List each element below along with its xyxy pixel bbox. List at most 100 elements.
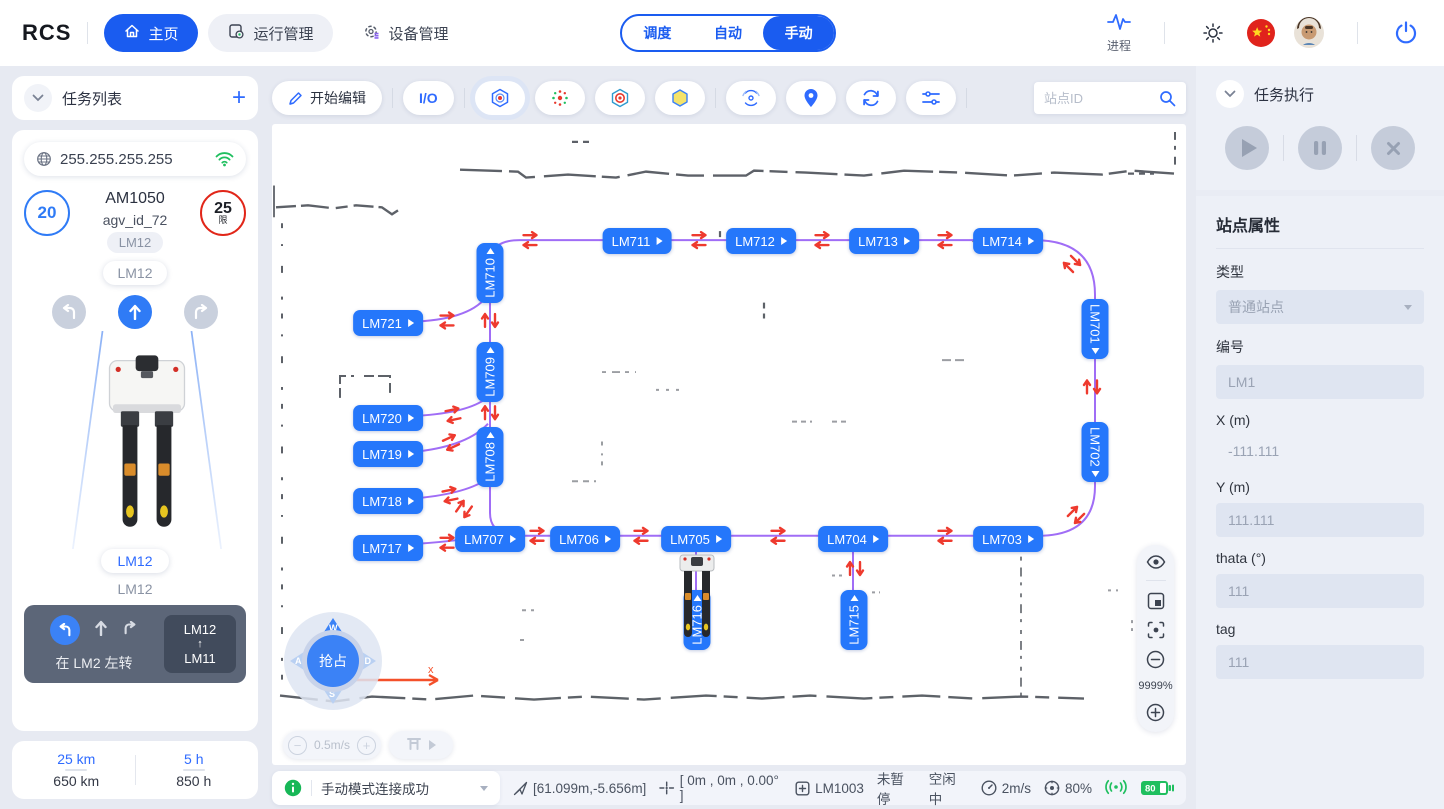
- station-label: LM713: [858, 234, 898, 249]
- go-straight-button[interactable]: [118, 295, 152, 329]
- station-search-input[interactable]: [1044, 91, 1151, 106]
- station-chip-LM717[interactable]: LM717: [353, 535, 423, 561]
- station-chip-LM703[interactable]: LM703: [973, 526, 1043, 552]
- language-flag[interactable]: [1245, 17, 1277, 49]
- status-dropdown-caret[interactable]: [480, 786, 488, 791]
- task-cancel-button[interactable]: [1371, 126, 1415, 170]
- manual-speed-value: 0.5m/s: [314, 738, 350, 752]
- layer-points-button[interactable]: [535, 81, 585, 115]
- power-button[interactable]: [1390, 17, 1422, 49]
- station-chip-LM714[interactable]: LM714: [973, 228, 1043, 254]
- info-icon: [284, 779, 302, 797]
- connection-status[interactable]: 手动模式连接成功: [272, 771, 500, 805]
- station-chip-LM721[interactable]: LM721: [353, 310, 423, 336]
- task-pause-button[interactable]: [1298, 126, 1342, 170]
- theme-toggle[interactable]: [1197, 17, 1229, 49]
- flag-icon: [1246, 18, 1276, 48]
- station-chip-LM707[interactable]: LM707: [455, 526, 525, 552]
- station-code-input[interactable]: LM1: [1216, 365, 1424, 399]
- station-chip-LM711[interactable]: LM711: [603, 228, 672, 254]
- station-theta-input[interactable]: 111: [1216, 574, 1424, 608]
- station-chip-LM710[interactable]: LM710: [477, 243, 504, 303]
- radar-icon: [741, 88, 761, 108]
- station-chip-LM713[interactable]: LM713: [849, 228, 919, 254]
- station-y-input[interactable]: 111.111: [1216, 503, 1424, 537]
- refresh-button[interactable]: [846, 81, 896, 115]
- speedometer-icon: [981, 780, 997, 796]
- station-chip-LM705[interactable]: LM705: [661, 526, 731, 552]
- station-tag-input[interactable]: 111: [1216, 645, 1424, 679]
- task-list-title: 任务列表: [62, 88, 222, 109]
- layer-zone-button[interactable]: [655, 81, 705, 115]
- zoom-out-icon[interactable]: [1146, 650, 1165, 669]
- status-bar: 手动模式连接成功 [61.099m,-5.656m] [ 0m , 0m , 0…: [272, 771, 1186, 805]
- user-avatar[interactable]: [1293, 17, 1325, 49]
- pause-state: 未暂停: [877, 768, 916, 808]
- nav-operation[interactable]: 运行管理: [208, 14, 333, 52]
- station-direction-icon: [904, 237, 910, 245]
- radar-button[interactable]: [726, 81, 776, 115]
- station-chip-LM709[interactable]: LM709: [477, 342, 504, 402]
- search-icon[interactable]: [1159, 90, 1176, 107]
- field-x-label: X (m): [1216, 412, 1424, 428]
- station-direction-icon: [716, 535, 722, 543]
- station-type-select[interactable]: 普通站点: [1216, 290, 1424, 324]
- tab-auto[interactable]: 自动: [693, 16, 764, 50]
- battery-percent: 80: [1145, 784, 1156, 795]
- zoom-in-icon[interactable]: [1146, 703, 1165, 722]
- tab-manual[interactable]: 手动: [763, 16, 834, 50]
- speed-decrease-button[interactable]: −: [288, 736, 307, 755]
- filter-button[interactable]: [906, 81, 956, 115]
- station-chip-LM712[interactable]: LM712: [726, 228, 796, 254]
- map-agv-forklift[interactable]: [677, 553, 717, 658]
- station-label: LM701: [1088, 304, 1103, 344]
- station-chip-LM708[interactable]: LM708: [477, 427, 504, 487]
- chevron-down-icon: [32, 94, 44, 102]
- speed-increase-button[interactable]: +: [357, 736, 376, 755]
- avatar-image: [1293, 17, 1325, 49]
- tab-dispatch[interactable]: 调度: [622, 16, 693, 50]
- station-chip-LM702[interactable]: LM702: [1082, 422, 1109, 482]
- fork-control[interactable]: [389, 731, 453, 759]
- collapse-task-exec[interactable]: [1216, 80, 1244, 108]
- station-chip-LM715[interactable]: LM715: [841, 590, 868, 650]
- visibility-eye-icon[interactable]: [1146, 555, 1166, 569]
- layer-rings-button[interactable]: [595, 81, 645, 115]
- focus-center-icon[interactable]: [1147, 621, 1165, 639]
- left-sidebar: 任务列表 + 255.255.255.255 20 AM1050 agv_id_…: [0, 66, 270, 809]
- trip-distance: 25 km: [57, 751, 95, 767]
- start-edit-button[interactable]: 开始编辑: [272, 81, 382, 115]
- turn-right-button[interactable]: [184, 295, 218, 329]
- station-chip-LM704[interactable]: LM704: [818, 526, 888, 552]
- station-chip-LM701[interactable]: LM701: [1082, 299, 1109, 359]
- station-chip-LM720[interactable]: LM720: [353, 405, 423, 431]
- station-label: LM703: [982, 532, 1022, 547]
- collapse-task-list[interactable]: [24, 84, 52, 112]
- layer-station-button[interactable]: [475, 81, 525, 115]
- io-button[interactable]: I/O: [403, 81, 454, 115]
- divider: [1164, 22, 1165, 44]
- nav-home[interactable]: 主页: [104, 14, 198, 52]
- wifi-icon: [215, 152, 234, 167]
- nav-device[interactable]: 设备管理: [343, 14, 468, 52]
- map-canvas[interactable]: LM710 LM711 LM712 LM713 LM714 LM701 LM702 LM721…: [272, 124, 1186, 765]
- nav-operation-label: 运行管理: [253, 23, 313, 44]
- vehicle-ip-field[interactable]: 255.255.255.255: [24, 142, 246, 176]
- field-y-label: Y (m): [1216, 479, 1424, 495]
- joystick-seize-button[interactable]: 抢占: [307, 635, 359, 687]
- station-direction-icon: [1028, 237, 1034, 245]
- pin-button[interactable]: [786, 81, 836, 115]
- station-chip-LM719[interactable]: LM719: [353, 441, 423, 467]
- process-button[interactable]: 进程: [1106, 12, 1132, 54]
- nav-straight-icon: [94, 620, 108, 641]
- layers-icon[interactable]: [1147, 592, 1165, 610]
- station-label: LM717: [362, 541, 402, 556]
- task-play-button[interactable]: [1225, 126, 1269, 170]
- station-label: LM704: [827, 532, 867, 547]
- sun-icon: [1202, 22, 1224, 44]
- station-direction-icon: [408, 544, 414, 552]
- add-task-button[interactable]: +: [232, 87, 246, 109]
- station-chip-LM706[interactable]: LM706: [550, 526, 620, 552]
- turn-left-button[interactable]: [52, 295, 86, 329]
- station-chip-LM718[interactable]: LM718: [353, 488, 423, 514]
